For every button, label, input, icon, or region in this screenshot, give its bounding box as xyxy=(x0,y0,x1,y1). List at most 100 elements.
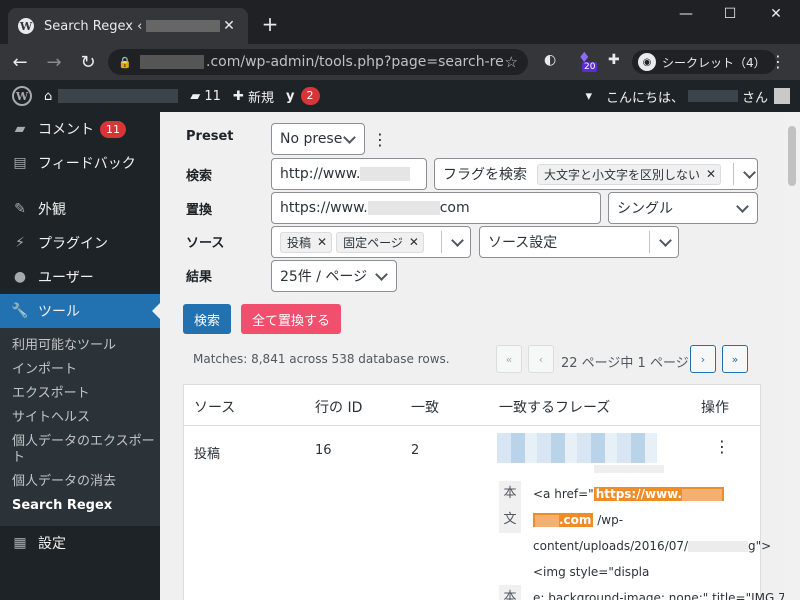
row-actions-icon[interactable]: ⋮ xyxy=(714,437,730,456)
source-label: ソース xyxy=(186,236,225,251)
column-header-source: ソース xyxy=(194,400,236,416)
source-pill-pages: 固定ページ ✕ xyxy=(336,231,424,253)
replace-mode-select[interactable]: シングル xyxy=(608,192,758,224)
page-scrollbar[interactable] xyxy=(784,112,800,600)
results-table: ソース 行の ID 一致 一致するフレーズ 操作 投稿 16 2 ⋮ 本文 <a… xyxy=(183,384,784,600)
tools-submenu: 利用可能なツール インポート エクスポート サイトヘルス 個人データのエクスポー… xyxy=(0,328,160,526)
new-tab-button[interactable]: + xyxy=(258,12,282,36)
incognito-icon: ◉ xyxy=(638,53,656,71)
flag-pill-case-insensitive: 大文字と小文字を区別しない ✕ xyxy=(537,163,722,185)
submenu-search-regex[interactable]: Search Regex xyxy=(0,494,160,518)
comment-icon: ▰ xyxy=(14,121,26,137)
sidebar-item-tools[interactable]: 🔧 ツール xyxy=(0,294,160,328)
extension-badge: 20 xyxy=(582,62,598,72)
preset-select[interactable]: No preset xyxy=(271,123,365,155)
chevron-down-icon xyxy=(735,201,749,215)
extensions-menu-icon[interactable]: ✚ xyxy=(608,52,620,68)
preset-label: Preset xyxy=(186,129,234,144)
search-input[interactable]: http://www. xyxy=(271,158,427,190)
close-tab-icon[interactable]: ✕ xyxy=(220,18,238,34)
column-header-actions: 操作 xyxy=(701,400,729,416)
browser-tab-bar: W Search Regex ‹ ✕ + — ☐ ✕ xyxy=(0,0,800,44)
match-highlight[interactable]: https://www. xyxy=(593,487,725,501)
source-settings-select[interactable]: ソース設定 xyxy=(479,226,679,258)
user-greeting[interactable]: ▾ こんにちは、 さん xyxy=(585,80,790,112)
search-flags-select[interactable]: フラグを検索 大文字と小文字を区別しない ✕ xyxy=(434,158,758,190)
first-page-button[interactable]: « xyxy=(496,345,522,373)
close-window-icon[interactable]: ✕ xyxy=(756,6,796,22)
minimize-icon[interactable]: — xyxy=(666,6,706,22)
matched-phrase-title xyxy=(497,433,657,463)
maximize-icon[interactable]: ☐ xyxy=(710,6,750,22)
wordpress-logo-icon[interactable]: W xyxy=(12,86,32,106)
sidebar-item-comments[interactable]: ▰ コメント 11 xyxy=(0,112,160,146)
context-tag-content: 本文 xyxy=(499,481,521,533)
last-page-button[interactable]: » xyxy=(722,345,748,373)
comments-link[interactable]: ▰ 11 xyxy=(190,89,221,104)
results-per-page-select[interactable]: 25件 / ページ xyxy=(271,260,397,292)
browser-tab[interactable]: W Search Regex ‹ ✕ xyxy=(8,8,248,44)
row-match-count: 2 xyxy=(411,443,420,458)
back-icon[interactable]: ← xyxy=(6,52,34,73)
wp-admin-bar: W ⌂ ▰ 11 ✚ 新規 y2 ▾ こんにちは、 さん xyxy=(0,80,800,112)
comment-icon: ▰ xyxy=(190,88,201,104)
context-line: <a href=" https://www. xyxy=(533,481,773,507)
search-label: 検索 xyxy=(186,169,213,184)
avatar xyxy=(774,88,790,104)
source-select[interactable]: 投稿 ✕ 固定ページ ✕ xyxy=(271,226,471,258)
replace-all-button[interactable]: 全て置換する xyxy=(241,304,341,334)
bookmark-star-icon[interactable]: ☆ xyxy=(505,53,518,71)
forward-icon[interactable]: → xyxy=(40,52,68,73)
prev-page-button[interactable]: ‹ xyxy=(528,345,554,373)
submenu-available-tools[interactable]: 利用可能なツール xyxy=(0,334,160,358)
context-line: <img style="displa xyxy=(533,565,650,579)
submenu-export-personal-data[interactable]: 個人データのエクスポート xyxy=(0,430,160,470)
submenu-export[interactable]: エクスポート xyxy=(0,382,160,406)
browser-menu-icon[interactable]: ⋮ xyxy=(770,52,786,71)
tab-title: Search Regex ‹ xyxy=(44,19,220,34)
sidebar-item-settings[interactable]: ▦ 設定 xyxy=(0,526,160,560)
match-highlight[interactable]: .com xyxy=(533,513,594,527)
chevron-down-icon xyxy=(658,235,672,249)
scrollbar-thumb[interactable] xyxy=(788,126,796,186)
submenu-erase-personal-data[interactable]: 個人データの消去 xyxy=(0,470,160,494)
replace-input[interactable]: https://www. com xyxy=(271,192,601,224)
user-icon: ● xyxy=(13,269,27,285)
column-header-row-id: 行の ID xyxy=(315,400,363,416)
site-home[interactable]: ⌂ xyxy=(44,89,179,104)
main-content: Preset No preset ⋮ 検索 http://www. フラグを検索… xyxy=(160,112,784,600)
remove-source-icon[interactable]: ✕ xyxy=(409,235,419,249)
remove-source-icon[interactable]: ✕ xyxy=(317,235,327,249)
submenu-site-health[interactable]: サイトヘルス xyxy=(0,406,160,430)
context-line: content/uploads/2016/07/g"> xyxy=(533,539,772,553)
sidebar-item-feedback[interactable]: ▤ フィードバック xyxy=(0,146,160,180)
results-label: 結果 xyxy=(186,270,213,285)
row-source: 投稿 xyxy=(194,447,221,462)
plugin-icon: ⚡ xyxy=(15,235,25,251)
new-content-link[interactable]: ✚ 新規 xyxy=(233,87,274,106)
match-summary: Matches: 8,841 across 538 database rows. xyxy=(193,352,450,366)
yoast-link[interactable]: y2 xyxy=(286,87,320,105)
lock-icon: 🔒 xyxy=(118,55,132,69)
chevron-down-icon xyxy=(450,235,464,249)
incognito-indicator[interactable]: ◉ シークレット（4） xyxy=(632,50,776,74)
search-button[interactable]: 検索 xyxy=(183,304,231,334)
source-pill-posts: 投稿 ✕ xyxy=(280,231,333,253)
preset-options-icon[interactable]: ⋮ xyxy=(372,130,388,149)
next-page-button[interactable]: › xyxy=(690,345,716,373)
sidebar-item-appearance[interactable]: ✎ 外観 xyxy=(0,192,160,226)
sidebar-item-users[interactable]: ● ユーザー xyxy=(0,260,160,294)
extension-icon[interactable]: ◐ xyxy=(544,52,556,68)
notification-icon[interactable]: ▾ xyxy=(585,89,592,104)
url-text: .com/wp-admin/tools.php?page=search-re..… xyxy=(206,54,505,70)
context-line: e; background-image: none;" title="IMG 7… xyxy=(533,591,784,600)
column-header-matches: 一致 xyxy=(411,400,439,416)
chevron-down-icon xyxy=(742,167,751,181)
submenu-import[interactable]: インポート xyxy=(0,358,160,382)
url-input[interactable]: 🔒 .com/wp-admin/tools.php?page=search-re… xyxy=(108,49,528,75)
reload-icon[interactable]: ↻ xyxy=(74,52,102,73)
table-header-divider xyxy=(184,425,760,426)
remove-flag-icon[interactable]: ✕ xyxy=(706,167,716,181)
context-tag-content-2: 本 xyxy=(499,585,521,600)
sidebar-item-plugins[interactable]: ⚡ プラグイン xyxy=(0,226,160,260)
